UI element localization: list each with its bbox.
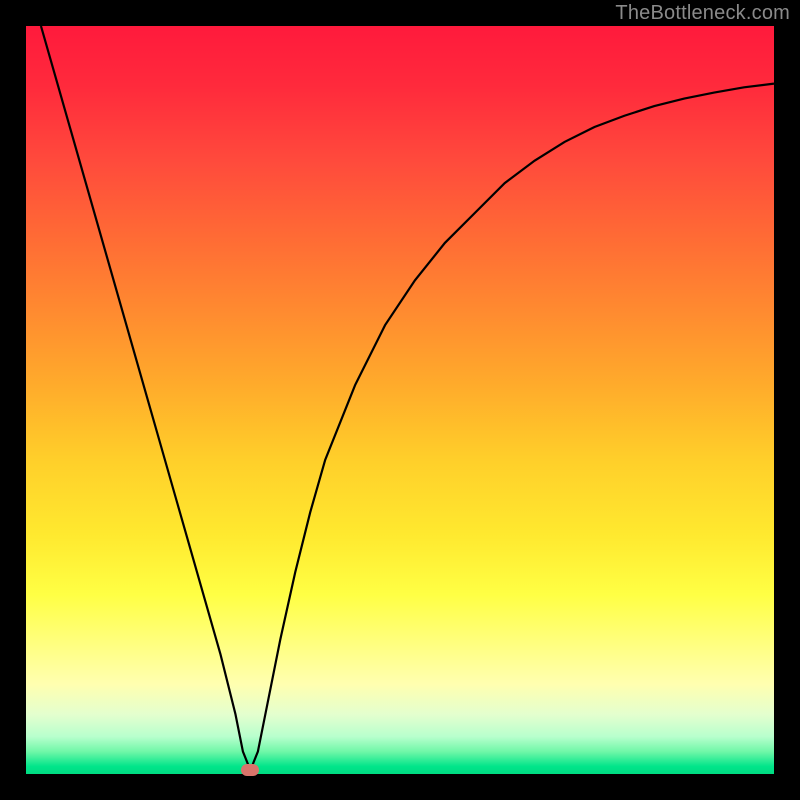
chart-frame: TheBottleneck.com: [0, 0, 800, 800]
watermark-text: TheBottleneck.com: [615, 2, 790, 25]
optimal-point-marker: [241, 764, 259, 776]
bottleneck-curve: [41, 26, 774, 770]
curve-layer: [26, 26, 774, 774]
